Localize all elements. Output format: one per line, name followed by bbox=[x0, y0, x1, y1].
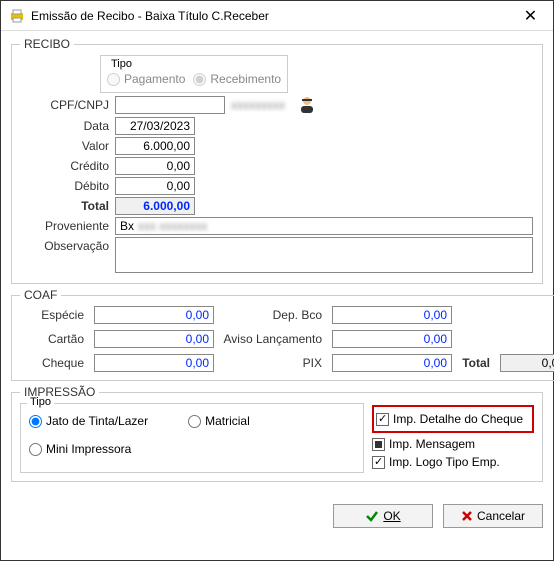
valor-label: Valor bbox=[20, 139, 115, 153]
depbco-input[interactable] bbox=[332, 306, 452, 324]
cartao-input[interactable] bbox=[94, 330, 214, 348]
cpf-blurred: xxxxxxxxx bbox=[225, 98, 291, 112]
debito-label: Débito bbox=[20, 179, 115, 193]
close-button[interactable]: ✕ bbox=[508, 1, 553, 31]
total-input bbox=[115, 197, 195, 215]
ok-button[interactable]: OK bbox=[333, 504, 433, 528]
data-label: Data bbox=[20, 119, 115, 133]
data-input[interactable] bbox=[115, 117, 195, 135]
x-icon bbox=[461, 510, 473, 522]
cpf-label: CPF/CNPJ bbox=[20, 98, 115, 112]
tipo-label: Tipo bbox=[111, 58, 281, 70]
credito-label: Crédito bbox=[20, 159, 115, 173]
radio-jato[interactable]: Jato de Tinta/Lazer bbox=[29, 414, 148, 428]
tipo-group: Tipo Pagamento Recebimento bbox=[100, 55, 288, 93]
highlight-box: Imp. Detalhe do Cheque bbox=[372, 405, 534, 433]
credito-input[interactable] bbox=[115, 157, 195, 175]
chk-logo[interactable]: Imp. Logo Tipo Emp. bbox=[372, 455, 534, 469]
proveniente-label: Proveniente bbox=[20, 219, 115, 233]
depbco-label: Dep. Bco bbox=[218, 308, 328, 322]
recibo-legend: RECIBO bbox=[20, 37, 74, 51]
debito-input[interactable] bbox=[115, 177, 195, 195]
impressao-tipo-group: Tipo Jato de Tinta/Lazer Matricial Mini … bbox=[20, 403, 364, 473]
valor-input[interactable] bbox=[115, 137, 195, 155]
cheque-input[interactable] bbox=[94, 354, 214, 372]
cancel-button[interactable]: Cancelar bbox=[443, 504, 543, 528]
person-icon bbox=[297, 95, 317, 115]
obs-input[interactable] bbox=[115, 237, 533, 273]
coaf-group: COAF Espécie Dep. Bco Cartão Aviso Lança… bbox=[11, 288, 554, 381]
cheque-label: Cheque bbox=[20, 356, 90, 370]
radio-pagamento[interactable]: Pagamento bbox=[107, 72, 185, 86]
coaf-total-input bbox=[500, 354, 554, 372]
coaf-legend: COAF bbox=[20, 288, 61, 302]
impressao-group: IMPRESSÃO Tipo Jato de Tinta/Lazer Matri… bbox=[11, 385, 543, 482]
total-label: Total bbox=[20, 199, 115, 213]
aviso-input[interactable] bbox=[332, 330, 452, 348]
cpf-input[interactable] bbox=[115, 96, 225, 114]
radio-matricial[interactable]: Matricial bbox=[188, 414, 250, 428]
window-title: Emissão de Recibo - Baixa Título C.Receb… bbox=[31, 9, 508, 23]
chk-mensagem[interactable]: Imp. Mensagem bbox=[372, 437, 534, 451]
aviso-label: Aviso Lançamento bbox=[218, 332, 328, 346]
cartao-label: Cartão bbox=[20, 332, 90, 346]
pix-input[interactable] bbox=[332, 354, 452, 372]
coaf-total-label: Total bbox=[456, 356, 496, 370]
especie-label: Espécie bbox=[20, 308, 90, 322]
check-icon bbox=[365, 509, 379, 523]
pix-label: PIX bbox=[218, 356, 328, 370]
radio-recebimento[interactable]: Recebimento bbox=[193, 72, 281, 86]
radio-mini[interactable]: Mini Impressora bbox=[29, 442, 355, 456]
obs-label: Observação bbox=[20, 237, 115, 253]
recibo-group: RECIBO Tipo Pagamento Recebimento CPF/CN… bbox=[11, 37, 543, 284]
proveniente-input[interactable]: Bxxxx xxxxxxxx bbox=[115, 217, 533, 235]
printer-icon bbox=[9, 8, 25, 24]
especie-input[interactable] bbox=[94, 306, 214, 324]
titlebar: Emissão de Recibo - Baixa Título C.Receb… bbox=[1, 1, 553, 31]
chk-detalhe-cheque[interactable]: Imp. Detalhe do Cheque bbox=[376, 412, 530, 426]
impressao-tipo-label: Tipo bbox=[27, 396, 54, 408]
